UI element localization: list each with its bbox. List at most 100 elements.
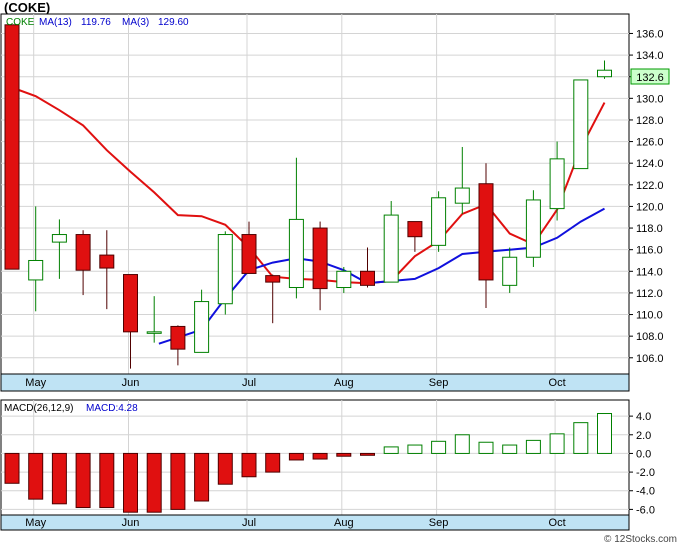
macd-bar-negative xyxy=(51,452,67,505)
price-y-tick-label: 120.0 xyxy=(636,201,664,213)
price-x-tick-label: Jun xyxy=(122,377,140,389)
legend-ma3-value: 129.60 xyxy=(158,17,189,28)
candle-down xyxy=(312,227,328,290)
macd-bar-negative xyxy=(123,452,138,513)
candle-down xyxy=(123,274,138,333)
legend-ma13-value: 119.76 xyxy=(81,17,111,28)
price-x-tick-label: Oct xyxy=(549,377,566,389)
macd-bar-negative xyxy=(4,452,20,484)
macd-bar-negative xyxy=(194,452,210,502)
price-y-tick-label: 108.0 xyxy=(636,331,664,343)
price-y-tick-label: 136.0 xyxy=(636,28,664,40)
macd-y-axis: 4.0 2.0 0.0 -2.0 -4.0 -6.0 xyxy=(629,411,655,516)
macd-bar-positive xyxy=(549,433,565,454)
candle-up xyxy=(28,259,44,281)
candle-up xyxy=(502,256,518,286)
candle-up xyxy=(525,199,541,258)
macd-y-tick-label: -4.0 xyxy=(636,486,655,498)
candle-up xyxy=(549,158,565,210)
candle-down xyxy=(4,24,20,270)
candle-down xyxy=(170,325,186,350)
last-price-value: 132.6 xyxy=(636,72,664,84)
macd-x-tick-label: Jun xyxy=(122,517,140,529)
macd-y-tick-label: 2.0 xyxy=(636,430,651,442)
macd-bar-negative xyxy=(170,452,186,510)
macd-bar-negative xyxy=(265,452,281,473)
price-y-tick-label: 126.0 xyxy=(636,137,664,149)
price-y-tick-label: 122.0 xyxy=(636,180,664,192)
macd-x-tick-label: Aug xyxy=(334,517,354,529)
price-y-tick-label: 110.0 xyxy=(636,310,663,322)
macd-bar-positive xyxy=(454,434,470,454)
macd-bar-positive xyxy=(597,413,612,454)
macd-bar-positive xyxy=(383,446,399,454)
macd-x-tick-label: Sep xyxy=(429,517,449,529)
price-y-tick-label: 130.0 xyxy=(636,93,664,105)
price-y-tick-label: 124.0 xyxy=(636,158,664,170)
candle-up xyxy=(146,331,162,334)
macd-bar-positive xyxy=(502,444,518,454)
candle-up xyxy=(51,234,67,243)
macd-bar-negative xyxy=(288,452,304,461)
price-x-tick-label: Aug xyxy=(334,377,354,389)
candle-up xyxy=(431,197,447,246)
price-legend: COKE MA(13) 119.76 MA(3) 129.60 xyxy=(6,17,189,28)
macd-y-tick-label: -2.0 xyxy=(636,467,655,479)
macd-bar-negative xyxy=(28,452,44,500)
macd-bar-positive xyxy=(431,440,447,454)
candle-down xyxy=(360,270,375,286)
macd-bar-negative xyxy=(241,452,257,478)
macd-bar-negative xyxy=(312,452,328,460)
credit-text: © 12Stocks.com xyxy=(604,534,677,545)
legend-ma13-label: MA(13) xyxy=(39,17,72,28)
macd-bar-positive xyxy=(525,439,541,454)
candle-down xyxy=(407,221,423,238)
macd-bar-negative xyxy=(360,452,375,456)
macd-bar-negative xyxy=(146,452,162,513)
macd-value: MACD:4.28 xyxy=(86,403,138,414)
price-y-tick-label: 116.0 xyxy=(636,245,663,257)
macd-legend: MACD(26,12,9) MACD:4.28 xyxy=(4,403,138,414)
price-y-tick-label: 106.0 xyxy=(636,353,664,365)
macd-bar-negative xyxy=(99,452,115,509)
candle-up xyxy=(383,214,399,283)
macd-x-axis-band xyxy=(0,514,630,531)
legend-ticker: COKE xyxy=(6,17,35,28)
macd-y-tick-label: 0.0 xyxy=(636,448,651,460)
candle-up xyxy=(336,270,352,289)
macd-x-tick-label: May xyxy=(25,517,46,529)
candle-down xyxy=(478,183,494,281)
macd-label: MACD(26,12,9) xyxy=(4,403,73,414)
candle-up xyxy=(288,218,304,289)
macd-bar-negative xyxy=(336,452,352,457)
candle-up xyxy=(454,187,470,204)
price-x-tick-label: Jul xyxy=(242,377,256,389)
candle-down xyxy=(265,275,281,283)
price-y-tick-label: 128.0 xyxy=(636,115,664,127)
chart-title: (COKE) xyxy=(4,0,50,15)
candle-down xyxy=(99,254,115,269)
macd-bar-positive xyxy=(407,444,423,454)
candle-up xyxy=(573,79,589,170)
macd-x-tick-label: Jul xyxy=(242,517,256,529)
macd-bar-negative xyxy=(75,452,91,509)
price-x-axis-band xyxy=(0,373,630,392)
last-price-tag: 132.6 xyxy=(630,68,670,85)
price-x-tick-label: May xyxy=(25,377,46,389)
legend-ma3-label: MA(3) xyxy=(122,17,149,28)
macd-x-tick-label: Oct xyxy=(549,517,566,529)
stock-chart: (COKE) 136.0134.0132.0130.0128.0126.0124… xyxy=(0,0,677,545)
price-x-tick-label: Sep xyxy=(429,377,449,389)
price-y-tick-label: 112.0 xyxy=(636,288,663,300)
macd-y-tick-label: -6.0 xyxy=(636,504,655,516)
candle-down xyxy=(241,234,257,274)
macd-bar-positive xyxy=(573,422,589,454)
price-y-tick-label: 118.0 xyxy=(636,223,663,235)
candle-up xyxy=(217,234,233,305)
price-y-tick-label: 134.0 xyxy=(636,50,664,62)
candle-up xyxy=(194,301,210,353)
macd-bar-positive xyxy=(478,441,494,454)
candle-up xyxy=(597,69,612,78)
macd-bar-negative xyxy=(217,452,233,485)
candle-down xyxy=(75,234,91,271)
